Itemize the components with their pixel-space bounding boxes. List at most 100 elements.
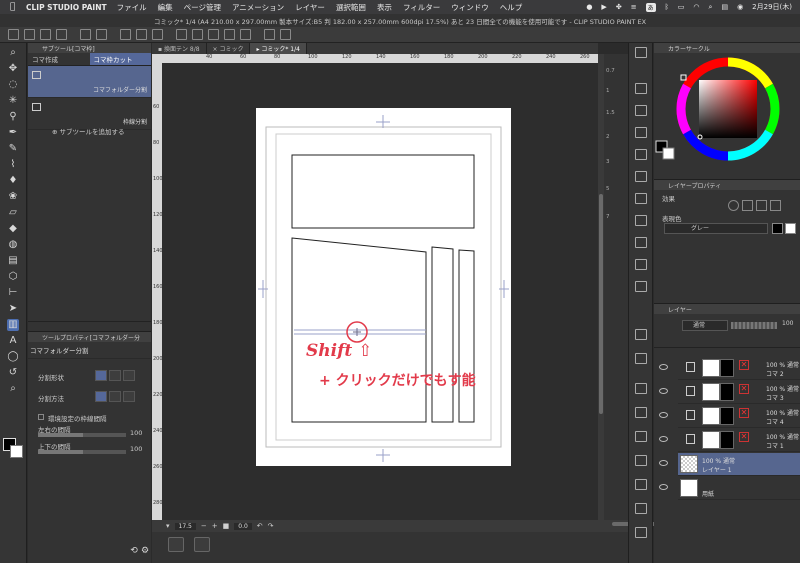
- sub-color-swatch[interactable]: [10, 445, 23, 458]
- fill-tool-icon[interactable]: ◍: [7, 239, 19, 251]
- panel-4[interactable]: [458, 249, 475, 423]
- display-color-select[interactable]: グレー: [664, 223, 768, 234]
- open-icon[interactable]: [24, 29, 35, 40]
- layer-row[interactable]: ✕ 100 % 通常 コマ 2: [659, 357, 800, 380]
- zoom-out-icon[interactable]: −: [201, 522, 207, 530]
- scroll-thumb[interactable]: [599, 194, 603, 414]
- battery-icon[interactable]: ▭: [678, 3, 685, 11]
- menu-extras-icon[interactable]: ≡: [631, 3, 637, 11]
- layer-row[interactable]: ✕ 100 % 通常 コマ 4: [659, 405, 800, 428]
- thumbnail-icon[interactable]: [194, 537, 210, 552]
- opacity-value[interactable]: 100: [782, 320, 793, 327]
- subtool-item-frame-folder-divide[interactable]: コマフォルダー分割: [28, 66, 151, 98]
- visibility-eye-icon[interactable]: [659, 436, 668, 442]
- straight-shape-button[interactable]: [95, 370, 107, 381]
- material-icon[interactable]: [635, 237, 647, 248]
- invert-selection-icon[interactable]: [192, 29, 203, 40]
- use-preference-spacing-checkbox[interactable]: [38, 414, 44, 420]
- history-icon[interactable]: [635, 353, 647, 364]
- display-color-black[interactable]: [772, 223, 783, 234]
- redo-icon[interactable]: [96, 29, 107, 40]
- zoom-in-icon[interactable]: +: [212, 522, 218, 530]
- deselect-icon[interactable]: [176, 29, 187, 40]
- tab-canvas-2[interactable]: × コミック: [207, 43, 251, 54]
- hue-cursor[interactable]: [680, 74, 687, 81]
- vertical-spacing-value[interactable]: 100: [130, 445, 142, 453]
- menu-view[interactable]: 表示: [377, 2, 392, 13]
- rotate-right-icon[interactable]: ↷: [268, 522, 274, 530]
- record-icon[interactable]: ●: [586, 3, 592, 11]
- method-button-3[interactable]: [123, 391, 135, 402]
- ruler-tool-icon[interactable]: ⊢: [7, 287, 19, 299]
- visibility-eye-icon[interactable]: [659, 364, 668, 370]
- navigator-icon[interactable]: [635, 47, 647, 58]
- app-menu[interactable]: CLIP STUDIO PAINT: [26, 3, 107, 12]
- lasso-tool-icon[interactable]: ◌: [7, 79, 19, 91]
- bluetooth-icon[interactable]: ᛒ: [665, 3, 669, 11]
- menu-edit[interactable]: 編集: [158, 2, 173, 13]
- play-icon[interactable]: ▶: [601, 3, 606, 11]
- tab-canvas-1[interactable]: ▪ 換面テン 8/8: [152, 43, 207, 54]
- method-button-1[interactable]: [95, 391, 107, 402]
- correct-line-tool-icon[interactable]: ↺: [7, 367, 19, 379]
- wifi-icon[interactable]: ◠: [693, 3, 699, 11]
- layer-row[interactable]: ✕ 100 % 通常 コマ 3: [659, 381, 800, 404]
- visibility-eye-icon[interactable]: [659, 460, 668, 466]
- zoom-value[interactable]: 17.5: [174, 522, 196, 530]
- search-icon[interactable]: ⌕: [709, 3, 713, 12]
- pen-tool-icon[interactable]: ✒: [7, 127, 19, 139]
- material-icon[interactable]: [635, 383, 647, 394]
- transform-icon[interactable]: [152, 29, 163, 40]
- menu-selection[interactable]: 選択範囲: [336, 2, 366, 13]
- cloud-icon[interactable]: [56, 29, 67, 40]
- material-icon[interactable]: [635, 527, 647, 538]
- menubar-date[interactable]: 2月29日(木): [752, 2, 792, 12]
- material-icon[interactable]: [635, 105, 647, 116]
- polyline-shape-button[interactable]: [109, 370, 121, 381]
- rotate-left-icon[interactable]: ↶: [257, 522, 263, 530]
- panel-1[interactable]: [291, 154, 475, 229]
- clear-icon[interactable]: [120, 29, 131, 40]
- snap-ruler-icon[interactable]: [224, 29, 235, 40]
- horizontal-spacing-value[interactable]: 100: [130, 429, 142, 437]
- tab-frame-create[interactable]: コマ作成: [28, 53, 90, 65]
- eyedropper-icon[interactable]: ⚲: [7, 111, 19, 123]
- pencil-tool-icon[interactable]: ✎: [7, 143, 19, 155]
- add-subtool-button[interactable]: ⊕ サブツールを追加する: [52, 126, 125, 136]
- material-icon[interactable]: [635, 149, 647, 160]
- tab-frame-cut[interactable]: コマ枠カット: [89, 53, 151, 65]
- horizontal-spacing-slider[interactable]: [38, 433, 126, 437]
- material-icon[interactable]: [635, 455, 647, 466]
- color-wheel[interactable]: [654, 53, 800, 177]
- rotation-icon[interactable]: ■: [223, 522, 230, 530]
- menu-file[interactable]: ファイル: [117, 2, 147, 13]
- page-manager-icon[interactable]: [168, 537, 184, 552]
- effect-color-icon[interactable]: [770, 200, 781, 211]
- blend-mode-select[interactable]: 通常: [682, 320, 728, 331]
- save-icon[interactable]: [40, 29, 51, 40]
- material-icon[interactable]: [635, 171, 647, 182]
- new-icon[interactable]: [8, 29, 19, 40]
- visibility-eye-icon[interactable]: [659, 388, 668, 394]
- panel-3[interactable]: [431, 246, 454, 423]
- vertical-spacing-slider[interactable]: [38, 450, 126, 454]
- material-icon[interactable]: [635, 281, 647, 292]
- menu-page[interactable]: ページ管理: [184, 2, 221, 13]
- balloon-tool-icon[interactable]: ◯: [7, 351, 19, 363]
- magic-wand-icon[interactable]: ✳: [7, 95, 19, 107]
- undo-icon[interactable]: [80, 29, 91, 40]
- method-button-2[interactable]: [109, 391, 121, 402]
- material-icon[interactable]: [635, 127, 647, 138]
- fill-icon[interactable]: [136, 29, 147, 40]
- input-method-icon[interactable]: あ: [645, 2, 656, 12]
- zoom-tool-icon[interactable]: ⌕: [7, 47, 19, 59]
- hand-tool-icon[interactable]: ⌕: [7, 383, 19, 395]
- material-icon[interactable]: [635, 407, 647, 418]
- smartphone-icon[interactable]: [264, 29, 275, 40]
- visibility-eye-icon[interactable]: [659, 412, 668, 418]
- settings-icon[interactable]: ⚙: [139, 545, 151, 557]
- layer-search-icon[interactable]: [635, 329, 647, 340]
- siri-icon[interactable]: ◉: [737, 3, 743, 11]
- effect-border-icon[interactable]: [728, 200, 739, 211]
- move-tool-icon[interactable]: ✥: [7, 63, 19, 75]
